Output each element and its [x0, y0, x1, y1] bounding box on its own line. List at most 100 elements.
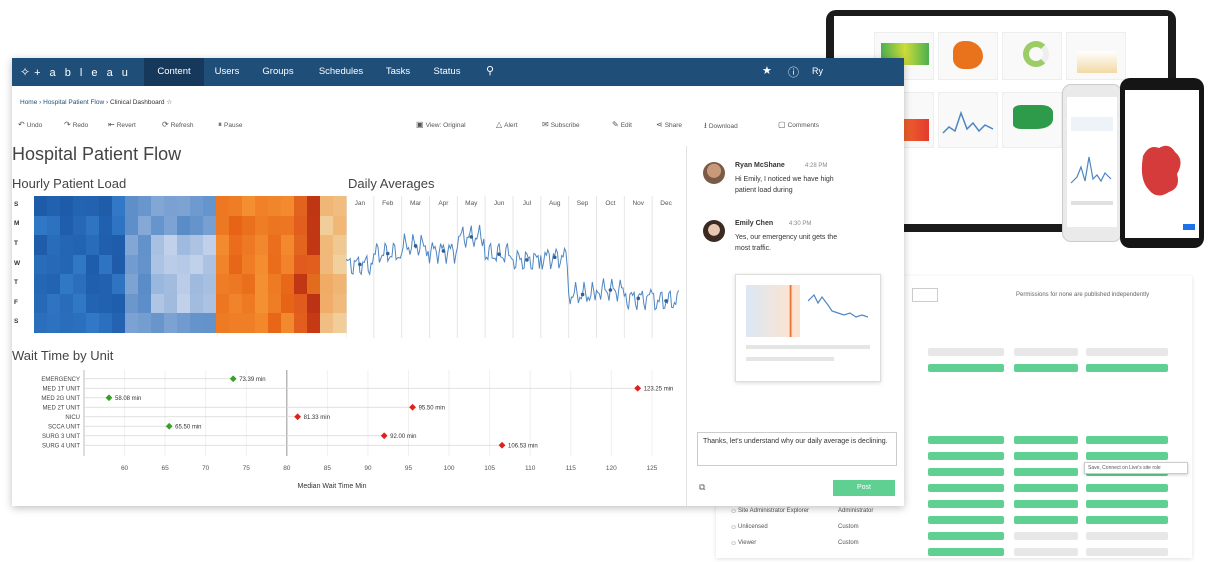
edit-button[interactable]: ✎ Edit	[612, 120, 632, 129]
permission-capability-pill[interactable]	[928, 436, 1004, 444]
permission-capability-pill[interactable]	[928, 452, 1004, 460]
tableau-logo[interactable]: ✧ + a b l e a u	[20, 65, 131, 79]
heatmap-cell[interactable]	[242, 274, 256, 295]
heatmap-cell[interactable]	[86, 274, 100, 295]
heatmap-cell[interactable]	[203, 313, 217, 334]
heatmap-cell[interactable]	[164, 313, 178, 334]
thumbnail-tile[interactable]	[1002, 92, 1062, 148]
heatmap-cell[interactable]	[268, 215, 282, 236]
permission-capability-pill[interactable]	[1086, 452, 1168, 460]
heatmap-cell[interactable]	[229, 274, 243, 295]
heatmap-cell[interactable]	[307, 313, 321, 334]
heatmap-cell[interactable]	[34, 313, 48, 334]
heatmap-cell[interactable]	[307, 274, 321, 295]
heatmap-cell[interactable]	[99, 293, 113, 314]
heatmap-cell[interactable]	[242, 254, 256, 275]
heatmap-cell[interactable]	[203, 254, 217, 275]
heatmap-cell[interactable]	[73, 235, 87, 256]
heatmap-cell[interactable]	[216, 254, 230, 275]
permission-capability-pill[interactable]	[1014, 516, 1078, 524]
permission-capability-pill[interactable]	[1014, 436, 1078, 444]
share-button[interactable]: ⋖ Share	[656, 120, 682, 129]
heatmap-cell[interactable]	[34, 215, 48, 236]
heatmap-cell[interactable]	[281, 274, 295, 295]
heatmap-cell[interactable]	[333, 313, 347, 334]
heatmap-cell[interactable]	[333, 274, 347, 295]
search-icon[interactable]: ⚲	[486, 64, 494, 77]
heatmap-cell[interactable]	[60, 293, 74, 314]
heatmap-cell[interactable]	[190, 313, 204, 334]
heatmap-cell[interactable]	[333, 235, 347, 256]
heatmap-cell[interactable]	[177, 196, 191, 217]
heatmap-cell[interactable]	[242, 235, 256, 256]
permission-capability-pill[interactable]	[928, 364, 1004, 372]
permission-capability-pill[interactable]	[1086, 532, 1168, 540]
permission-capability-pill[interactable]	[1086, 348, 1168, 356]
heatmap-cell[interactable]	[216, 215, 230, 236]
heatmap-cell[interactable]	[138, 235, 152, 256]
heatmap-cell[interactable]	[138, 274, 152, 295]
comments-button[interactable]: ▢ Comments	[778, 120, 819, 129]
heatmap-cell[interactable]	[333, 254, 347, 275]
heatmap-cell[interactable]	[216, 235, 230, 256]
heatmap-cell[interactable]	[151, 196, 165, 217]
heatmap-cell[interactable]	[73, 293, 87, 314]
heatmap-cell[interactable]	[86, 215, 100, 236]
heatmap-cell[interactable]	[216, 293, 230, 314]
permission-capability-pill[interactable]	[928, 516, 1004, 524]
heatmap-cell[interactable]	[203, 215, 217, 236]
heatmap-cell[interactable]	[177, 215, 191, 236]
heatmap-cell[interactable]	[73, 274, 87, 295]
heatmap-cell[interactable]	[99, 313, 113, 334]
heatmap-cell[interactable]	[138, 313, 152, 334]
pause-button[interactable]: ⏸ Pause	[218, 120, 242, 130]
heatmap-cell[interactable]	[229, 313, 243, 334]
heatmap-cell[interactable]	[138, 215, 152, 236]
heatmap-cell[interactable]	[333, 196, 347, 217]
heatmap-cell[interactable]	[34, 293, 48, 314]
heatmap-cell[interactable]	[294, 235, 308, 256]
permission-capability-pill[interactable]	[928, 532, 1004, 540]
heatmap-cell[interactable]	[138, 293, 152, 314]
heatmap-cell[interactable]	[333, 293, 347, 314]
heatmap-cell[interactable]	[99, 196, 113, 217]
heatmap-grid[interactable]	[34, 196, 347, 334]
heatmap-cell[interactable]	[268, 196, 282, 217]
heatmap-cell[interactable]	[47, 235, 61, 256]
undo-button[interactable]: ↶ Undo	[18, 120, 42, 129]
heatmap-cell[interactable]	[60, 235, 74, 256]
heatmap-cell[interactable]	[60, 196, 74, 217]
heatmap-cell[interactable]	[86, 254, 100, 275]
permission-capability-pill[interactable]	[1086, 516, 1168, 524]
heatmap-cell[interactable]	[255, 254, 269, 275]
heatmap-cell[interactable]	[229, 215, 243, 236]
heatmap-cell[interactable]	[203, 196, 217, 217]
permission-capability-pill[interactable]	[1014, 548, 1078, 556]
heatmap-cell[interactable]	[229, 196, 243, 217]
heatmap-cell[interactable]	[242, 293, 256, 314]
heatmap-cell[interactable]	[242, 313, 256, 334]
heatmap-cell[interactable]	[190, 215, 204, 236]
heatmap-cell[interactable]	[73, 196, 87, 217]
heatmap-cell[interactable]	[47, 274, 61, 295]
nav-tab-status[interactable]: Status	[422, 58, 472, 86]
heatmap-cell[interactable]	[99, 235, 113, 256]
permission-capability-pill[interactable]	[1014, 532, 1078, 540]
heatmap-cell[interactable]	[86, 235, 100, 256]
heatmap-cell[interactable]	[99, 215, 113, 236]
heatmap-cell[interactable]	[190, 293, 204, 314]
thumbnail-tile[interactable]	[1066, 32, 1126, 80]
download-button[interactable]: ⭳ Download	[704, 120, 738, 134]
heatmap-cell[interactable]	[73, 254, 87, 275]
heatmap-cell[interactable]	[125, 274, 139, 295]
heatmap-cell[interactable]	[229, 254, 243, 275]
heatmap-cell[interactable]	[138, 254, 152, 275]
heatmap-cell[interactable]	[268, 274, 282, 295]
heatmap-cell[interactable]	[294, 215, 308, 236]
permission-capability-pill[interactable]	[1086, 548, 1168, 556]
heatmap-cell[interactable]	[86, 196, 100, 217]
heatmap-cell[interactable]	[281, 313, 295, 334]
heatmap-cell[interactable]	[255, 274, 269, 295]
permission-capability-pill[interactable]	[1086, 500, 1168, 508]
heatmap-cell[interactable]	[268, 254, 282, 275]
